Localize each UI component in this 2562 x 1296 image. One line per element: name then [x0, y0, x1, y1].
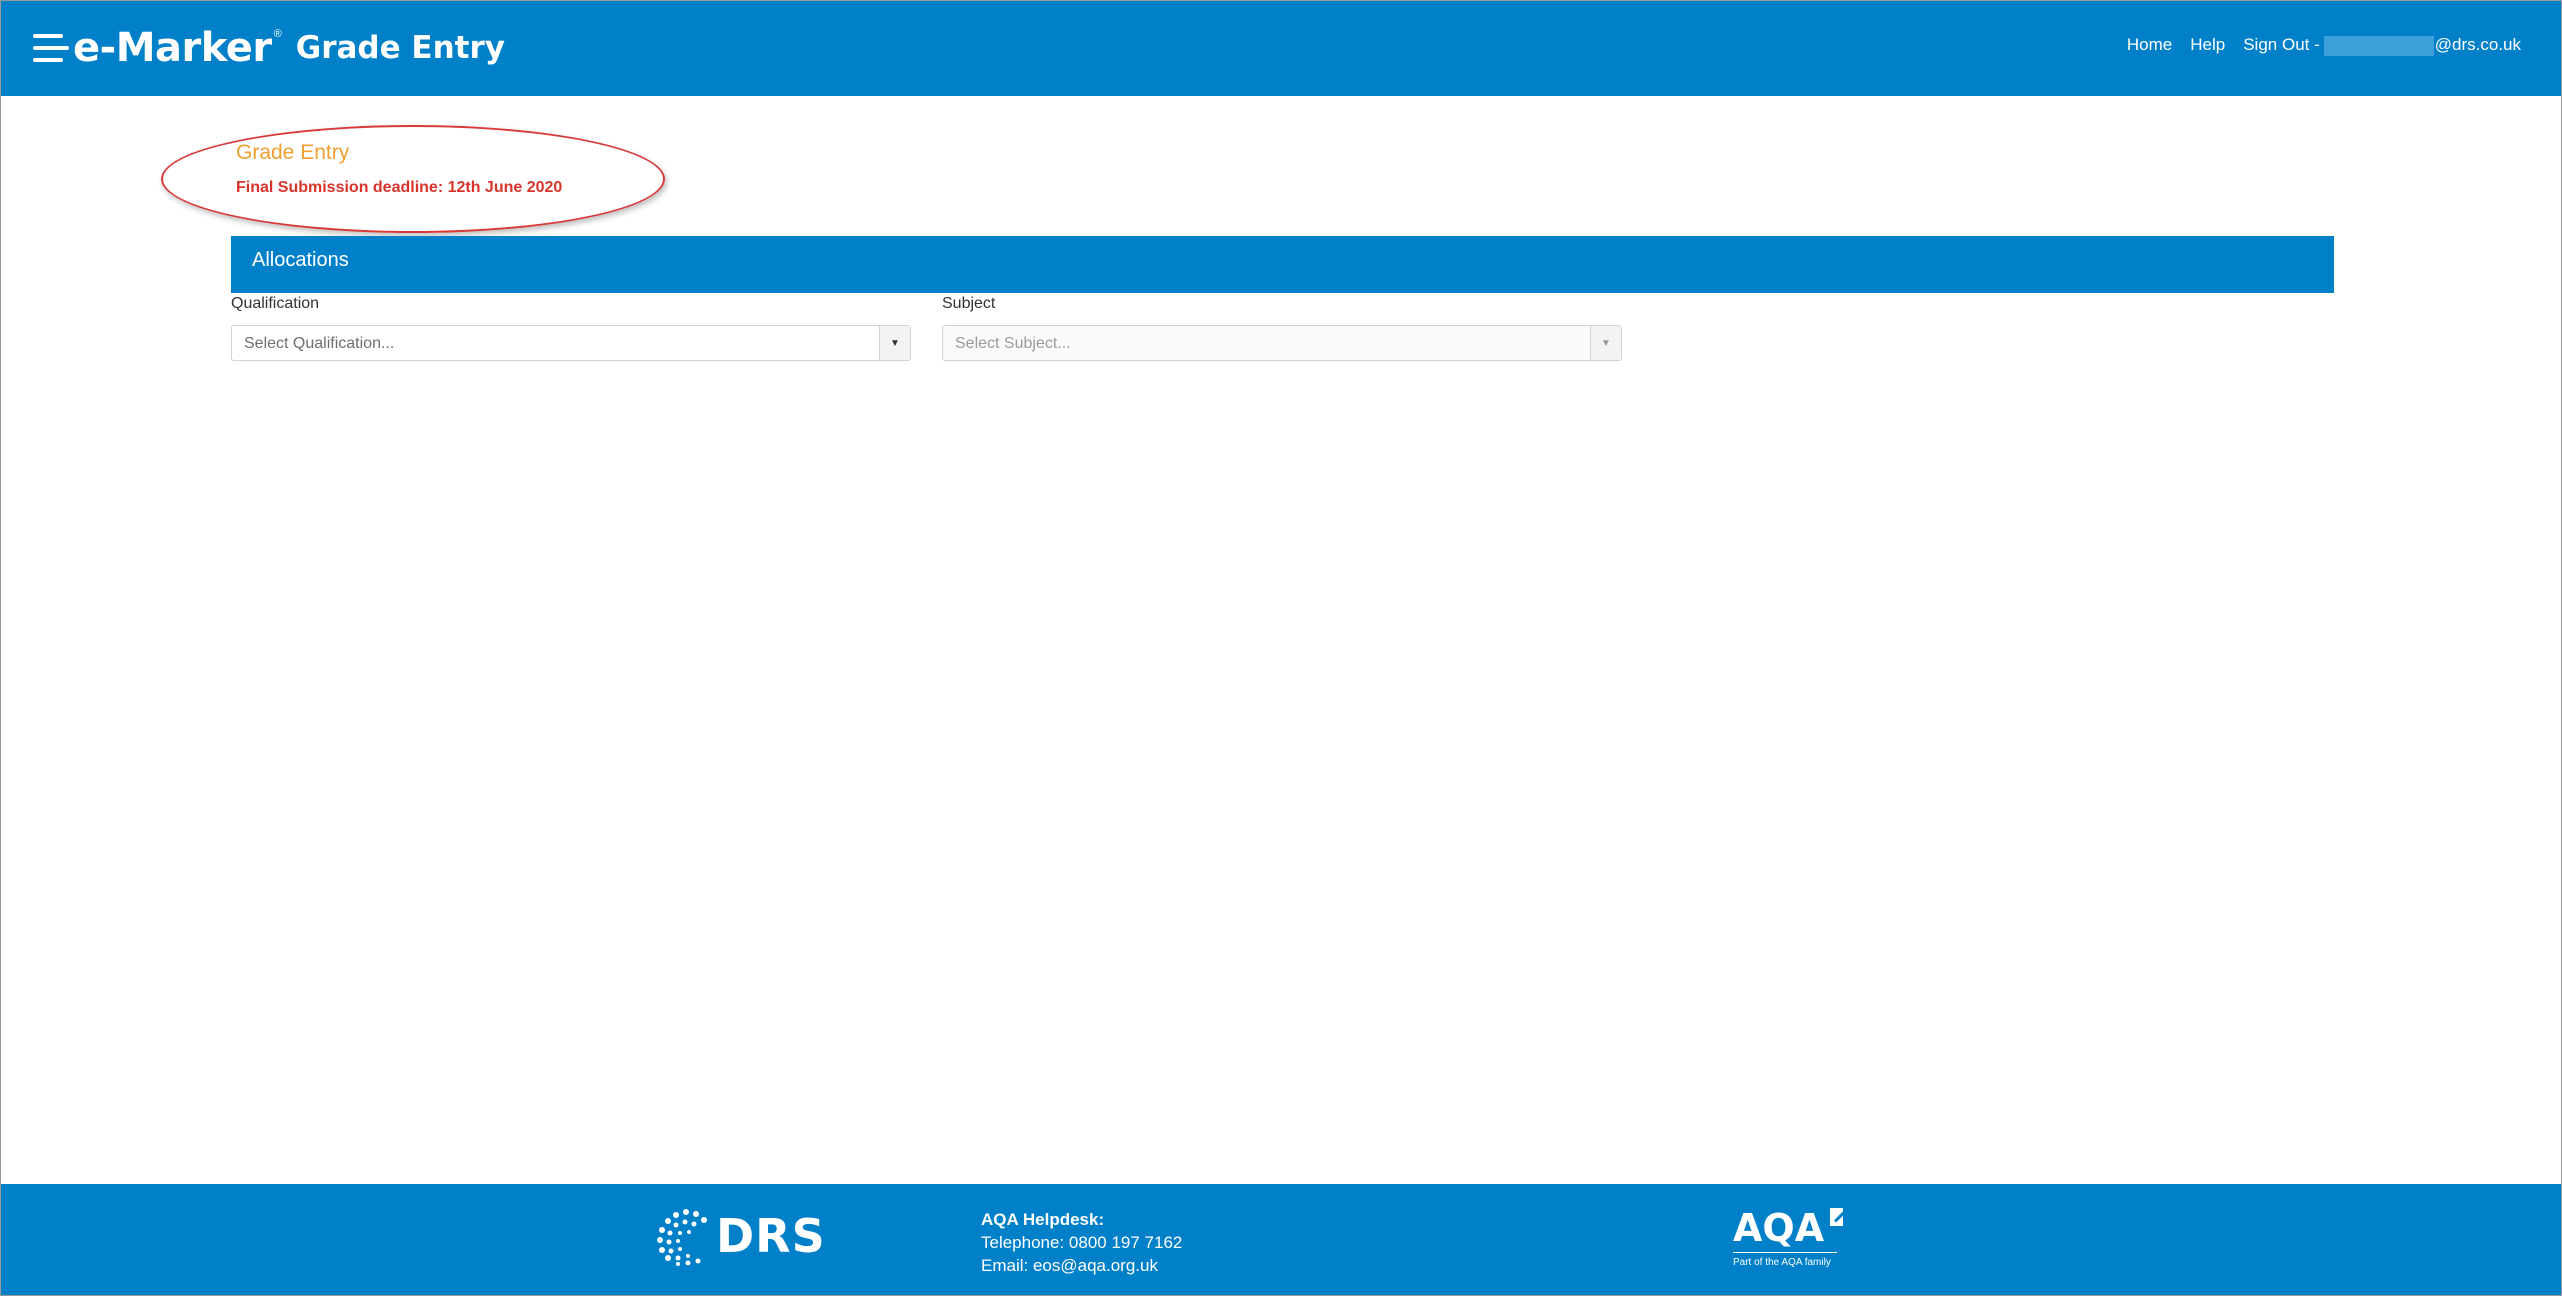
aqa-text: AQA	[1733, 1206, 1825, 1250]
nav-home-link[interactable]: Home	[2127, 35, 2172, 55]
aqa-logo: AQA Part of the AQA family	[1733, 1206, 1843, 1268]
allocations-title: Allocations	[252, 249, 349, 271]
qualification-placeholder: Select Qualification...	[244, 335, 395, 352]
subject-select[interactable]: Select Subject... ▼	[942, 325, 1622, 361]
top-header: e-Marker ® Grade Entry Home Help Sign Ou…	[1, 1, 2561, 96]
sign-out-label: Sign Out -	[2243, 35, 2320, 54]
allocations-panel-header: Allocations	[231, 236, 2334, 293]
subject-label: Subject	[942, 295, 996, 312]
registered-mark: ®	[273, 28, 282, 40]
app-window: e-Marker ® Grade Entry Home Help Sign Ou…	[0, 0, 2562, 1296]
aqa-tagline: Part of the AQA family	[1733, 1257, 1831, 1268]
aqa-divider	[1733, 1252, 1837, 1253]
nav-sign-out-link[interactable]: Sign Out - @drs.co.uk	[2243, 35, 2521, 56]
aqa-square-icon	[1830, 1208, 1843, 1226]
qualification-dropdown-arrow-icon[interactable]: ▼	[879, 326, 910, 360]
qualification-select[interactable]: Select Qualification... ▼	[231, 325, 911, 361]
e-marker-logo[interactable]: e-Marker ® Grade Entry	[33, 23, 505, 73]
drs-wordmark: DRS	[716, 1209, 826, 1263]
user-email-domain: @drs.co.uk	[2434, 35, 2521, 54]
drs-logo: DRS	[656, 1206, 826, 1266]
e-marker-lines-icon	[33, 34, 71, 62]
brand-name: e-Marker	[73, 25, 272, 71]
subject-dropdown-arrow-icon[interactable]: ▼	[1590, 326, 1621, 360]
submission-deadline: Final Submission deadline: 12th June 202…	[236, 179, 563, 196]
footer: DRS AQA Helpdesk: Telephone: 0800 197 71…	[1, 1184, 2561, 1295]
helpdesk-contact: AQA Helpdesk: Telephone: 0800 197 7162 E…	[981, 1208, 1182, 1277]
subject-placeholder: Select Subject...	[955, 335, 1071, 352]
helpdesk-telephone: Telephone: 0800 197 7162	[981, 1233, 1183, 1252]
nav-help-link[interactable]: Help	[2190, 35, 2225, 55]
drs-dots-icon	[657, 1209, 707, 1266]
helpdesk-title: AQA Helpdesk:	[981, 1210, 1105, 1229]
aqa-wordmark: AQA	[1733, 1206, 1843, 1250]
helpdesk-email: Email: eos@aqa.org.uk	[981, 1256, 1158, 1275]
qualification-label: Qualification	[231, 295, 320, 312]
page-title: Grade Entry	[236, 141, 350, 164]
app-title: Grade Entry	[295, 30, 505, 66]
top-nav: Home Help Sign Out - @drs.co.uk	[2109, 35, 2521, 56]
redacted-email-block	[2323, 35, 2434, 56]
